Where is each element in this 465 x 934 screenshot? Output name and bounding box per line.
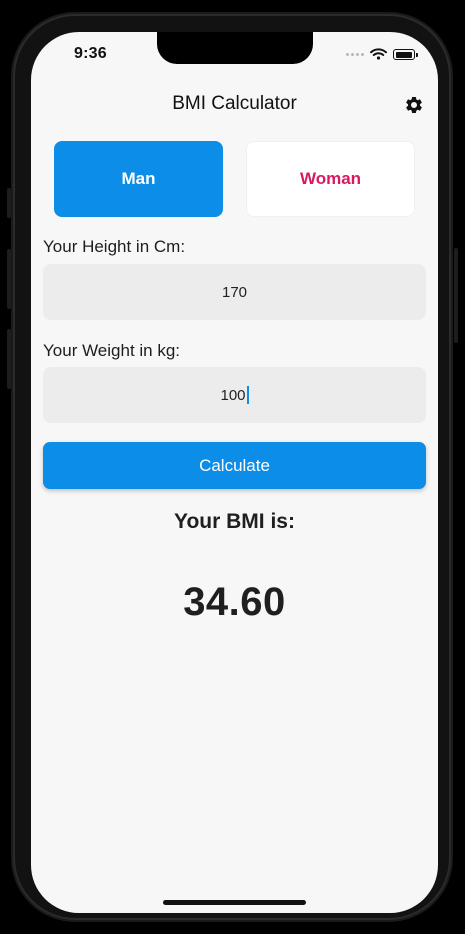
signal-dot [351,52,354,56]
volume-down-button [7,329,11,389]
signal-dot [346,52,349,56]
bmi-result-heading: Your BMI is: [174,510,295,533]
battery-level [396,51,412,58]
text-cursor [246,386,249,404]
woman-button[interactable]: Woman [246,141,415,217]
page-title: BMI Calculator [172,93,297,114]
status-time: 9:36 [74,45,107,62]
calculate-button[interactable]: Calculate [43,442,426,489]
signal-dot [361,52,364,56]
man-button[interactable]: Man [54,141,223,217]
app-screen: 9:36 BMI Calculator Man Woman Your Heigh… [31,32,438,913]
app-bar: BMI Calculator [31,88,438,118]
silent-switch [7,188,11,218]
device-stage: 9:36 BMI Calculator Man Woman Your Heigh… [0,0,465,934]
weight-value: 100 [220,386,246,404]
height-value: 170 [221,283,248,301]
battery-icon [393,48,418,60]
gear-icon [406,96,422,114]
power-button [454,248,458,343]
bmi-result-value: 34.60 [183,580,286,624]
camera-notch [157,32,313,64]
home-indicator[interactable] [163,900,306,905]
weight-label: Your Weight in kg: [43,341,181,360]
volume-up-button [7,249,11,309]
settings-button[interactable] [402,93,426,117]
weight-field[interactable]: 100 [43,367,426,423]
gender-selector: Man Woman [54,141,415,218]
signal-dots-icon [346,52,364,56]
wifi-icon [370,48,387,60]
status-icons [346,48,418,60]
height-field[interactable]: 170 [43,264,426,320]
signal-dot [356,52,359,56]
height-label: Your Height in Cm: [43,237,186,256]
